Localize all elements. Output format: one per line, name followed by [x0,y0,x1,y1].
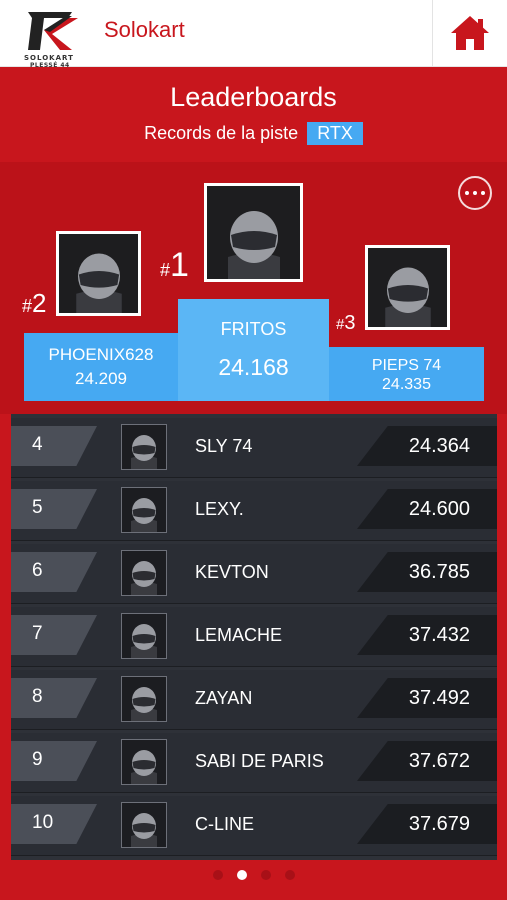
podium-first-rank: #1 [160,246,189,284]
top-bar: SOLOKART PLESSÉ 44 Solokart [0,0,507,69]
rank-number: 6 [32,560,43,581]
helmet-avatar-icon [121,676,167,722]
helmet-avatar-icon [121,487,167,533]
subtitle-row: Records de la piste RTX [0,122,507,145]
pagination-dots [0,870,507,880]
driver-name: ZAYAN [195,688,253,708]
helmet-avatar-icon [121,550,167,596]
rank-number: 8 [32,686,43,707]
helmet-avatar-icon [121,613,167,659]
more-options-button[interactable] [458,176,492,210]
page-dot[interactable] [260,870,271,880]
podium-third-block[interactable]: PIEPS 74 24.335 [329,347,484,401]
driver-name: SLY 74 [195,436,253,456]
podium-first-block[interactable]: FRITOS 24.168 [178,299,329,401]
lap-time: 24.364 [408,435,470,457]
podium-third-time: 24.335 [382,376,431,393]
lap-time: 37.679 [408,813,470,835]
list-item[interactable]: 5 LEXY. 24.600 [11,481,497,541]
home-icon [451,16,489,50]
podium-first-avatar[interactable] [204,183,303,282]
solokart-logo[interactable] [22,10,78,60]
podium-first-time: 24.168 [218,354,289,380]
lap-time: 37.432 [408,624,470,646]
podium-second-avatar[interactable] [56,231,141,316]
driver-name: LEXY. [195,499,244,519]
driver-name: LEMACHE [195,625,283,645]
home-button[interactable] [433,0,507,66]
lap-time: 24.600 [408,498,470,520]
helmet-avatar-icon [121,739,167,785]
podium-first-name: FRITOS [220,319,287,339]
rank-number: 9 [32,749,43,770]
driver-name: C-LINE [195,814,255,834]
page-dot[interactable] [212,870,223,880]
podium-third-avatar[interactable] [365,245,450,330]
page-dot-active[interactable] [236,870,247,880]
helmet-avatar-icon [384,267,431,327]
page-dot[interactable] [284,870,295,880]
list-item[interactable]: 8 ZAYAN 37.492 [11,670,497,730]
podium-second-rank: #2 [22,288,47,318]
lap-time: 37.672 [408,750,470,772]
driver-name: KEVTON [195,562,269,582]
list-item[interactable]: 10 C-LINE 37.679 [11,796,497,856]
logo-text: SOLOKART [24,54,74,62]
list-item[interactable]: 6 KEVTON 36.785 [11,544,497,604]
lap-time: 36.785 [408,561,470,583]
helmet-avatar-icon [75,253,122,313]
rank-number: 5 [32,497,43,518]
app-title: Solokart [104,17,185,42]
podium-second-time: 24.209 [75,369,127,388]
helmet-avatar-icon [227,211,280,279]
helmet-avatar-icon [121,802,167,848]
podium-second-name: PHOENIX628 [48,345,154,364]
rank-number: 10 [32,812,54,833]
rank-number: 4 [32,434,43,455]
list-item[interactable]: 9 SABI DE PARIS 37.672 [11,733,497,793]
rank-number: 7 [32,623,43,644]
subtitle: Records de la piste [144,123,299,143]
lap-time: 37.492 [408,687,470,709]
driver-name: SABI DE PARIS [195,751,324,771]
helmet-avatar-icon [121,424,167,470]
podium-second-block[interactable]: PHOENIX628 24.209 [24,333,178,401]
leaderboard-header: Leaderboards Records de la piste RTX [0,67,507,162]
track-badge[interactable]: RTX [307,122,363,145]
podium-third-name: PIEPS 74 [371,357,442,374]
page-title: Leaderboards [170,82,337,112]
list-item[interactable]: 7 LEMACHE 37.432 [11,607,497,667]
list-item[interactable]: 4 SLY 74 24.364 [11,418,497,478]
leaderboard-list[interactable]: 4 SLY 74 24.364 5 LEXY. 24.600 6 KEVTON … [11,414,497,860]
podium-third-rank: #3 [336,312,356,334]
logo-k-icon [28,12,78,50]
more-options-icon [465,191,469,195]
